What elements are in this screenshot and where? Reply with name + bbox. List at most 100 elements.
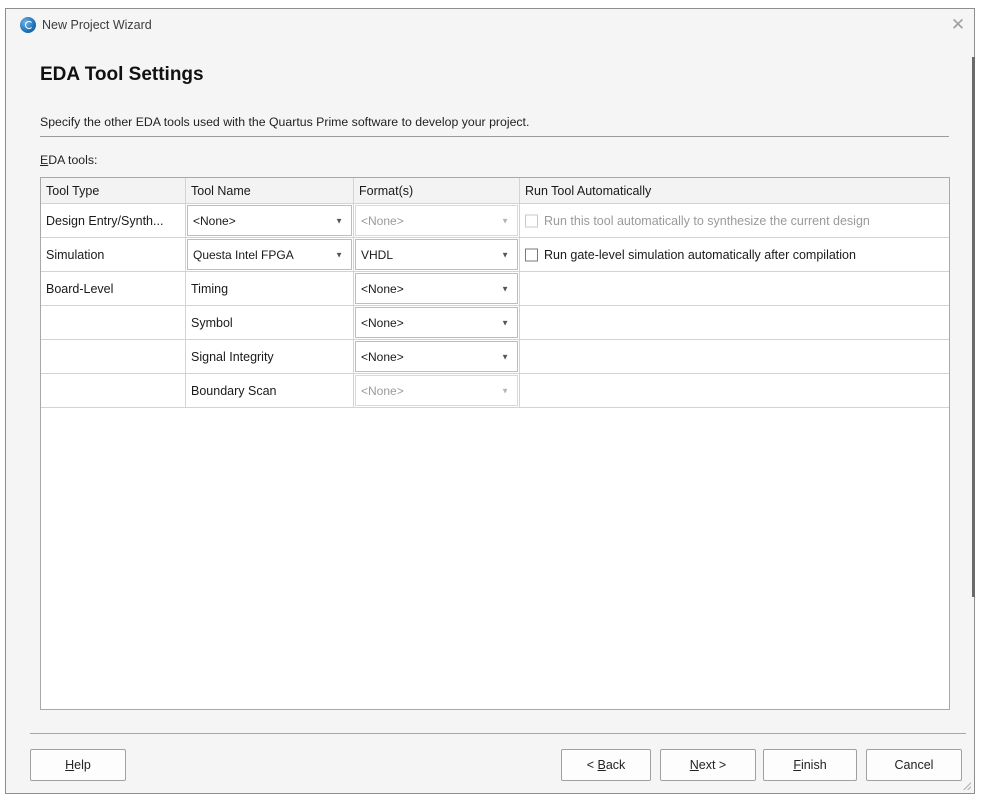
dropdown-arrow-icon[interactable]: ▼ (501, 250, 509, 259)
run-tool-cell (520, 340, 949, 374)
back-button[interactable]: < Back (561, 749, 651, 781)
tool-name-cell: Symbol (186, 306, 354, 340)
eda-tools-label-rest: DA tools: (48, 153, 98, 167)
format-cell[interactable]: <None> ▼ (354, 340, 520, 374)
tool-name-cell: Boundary Scan (186, 374, 354, 408)
tool-type-text: Board-Level (46, 281, 114, 296)
back-prefix: < (586, 758, 598, 772)
format-dropdown-value: <None> (361, 349, 404, 364)
tool-name-text: Boundary Scan (191, 383, 277, 398)
resize-grip-icon[interactable] (963, 782, 971, 790)
page-description: Specify the other EDA tools used with th… (40, 115, 530, 129)
back-label-rest: ack (605, 758, 626, 772)
divider (40, 136, 949, 137)
close-icon[interactable]: ✕ (944, 11, 972, 39)
run-tool-cell (520, 374, 949, 408)
tool-type-cell (41, 306, 186, 340)
format-cell: <None> ▼ (354, 204, 520, 238)
format-dropdown-value: <None> (361, 281, 404, 296)
table-row: Design Entry/Synth... <None> ▼ <None> ▼ Run t… (41, 204, 949, 238)
dropdown-arrow-icon[interactable]: ▼ (335, 216, 343, 225)
tool-type-cell (41, 374, 186, 408)
divider (30, 733, 966, 734)
tool-type-cell: Board-Level (41, 272, 186, 306)
finish-button[interactable]: Finish (763, 749, 857, 781)
page-heading: EDA Tool Settings (40, 64, 204, 85)
header-cell[interactable]: Tool Type (41, 178, 186, 204)
run-tool-cell: Run this tool automatically to synthesiz… (520, 204, 949, 238)
tool-name-dropdown-value: <None> (193, 213, 236, 228)
eda-tools-table[interactable]: Tool Type Tool Name Format(s) Run Tool Auto… (40, 177, 950, 710)
table-row: Board-Level Timing <None> ▼ (41, 272, 949, 306)
table-row: Signal Integrity <None> ▼ (41, 340, 949, 374)
format-dropdown: <None> ▼ (355, 375, 518, 406)
eda-tools-label: EDA tools: (40, 153, 97, 167)
finish-label-rest: inish (800, 758, 827, 772)
col-header-tool-type: Tool Type (46, 183, 100, 198)
run-tool-cell: Run gate-level simulation automatically … (520, 238, 949, 272)
format-cell[interactable]: <None> ▼ (354, 306, 520, 340)
run-automatically-label: Run this tool automatically to synthesiz… (544, 213, 870, 228)
table-header-row: Tool Type Tool Name Format(s) Run Tool Auto… (41, 178, 949, 204)
dropdown-arrow-icon: ▼ (501, 386, 509, 395)
tool-type-cell (41, 340, 186, 374)
format-dropdown[interactable]: <None> ▼ (355, 341, 518, 372)
format-cell[interactable]: VHDL ▼ (354, 238, 520, 272)
tool-type-text: Design Entry/Synth... (46, 213, 164, 228)
header-cell[interactable]: Tool Name (186, 178, 354, 204)
tool-name-cell[interactable]: Questa Intel FPGA ▼ (186, 238, 354, 272)
format-dropdown-value: <None> (361, 383, 404, 398)
tool-type-cell: Simulation (41, 238, 186, 272)
scrollbar[interactable] (972, 57, 975, 597)
col-header-run-tool: Run Tool Automatically (525, 183, 652, 198)
table-row: Symbol <None> ▼ (41, 306, 949, 340)
tool-name-text: Symbol (191, 315, 233, 330)
header-cell[interactable]: Format(s) (354, 178, 520, 204)
help-mnemonic: H (65, 758, 75, 772)
run-automatically-checkbox (525, 214, 538, 227)
dropdown-arrow-icon[interactable]: ▼ (501, 284, 509, 293)
tool-type-cell: Design Entry/Synth... (41, 204, 186, 238)
col-header-tool-name: Tool Name (191, 183, 251, 198)
table-row: Boundary Scan <None> ▼ (41, 374, 949, 408)
tool-name-cell: Timing (186, 272, 354, 306)
tool-name-dropdown[interactable]: <None> ▼ (187, 205, 352, 236)
format-dropdown-value: <None> (361, 315, 404, 330)
dropdown-arrow-icon: ▼ (501, 216, 509, 225)
header-cell[interactable]: Run Tool Automatically (520, 178, 949, 204)
format-dropdown-value: VHDL (361, 247, 394, 262)
dropdown-arrow-icon[interactable]: ▼ (501, 352, 509, 361)
tool-name-dropdown-value: Questa Intel FPGA (193, 247, 294, 262)
run-tool-cell (520, 306, 949, 340)
tool-name-dropdown[interactable]: Questa Intel FPGA ▼ (187, 239, 352, 270)
run-automatically-checkbox[interactable] (525, 248, 538, 261)
next-mnemonic: N (689, 758, 699, 772)
run-tool-cell (520, 272, 949, 306)
cancel-button[interactable]: Cancel (866, 749, 962, 781)
col-header-formats: Format(s) (359, 183, 414, 198)
back-mnemonic: B (597, 758, 606, 772)
table-row: Simulation Questa Intel FPGA ▼ VHDL ▼ Run gat… (41, 238, 949, 272)
wizard-window: New Project Wizard ✕ EDA Tool Settings S… (5, 8, 975, 794)
tool-name-cell[interactable]: <None> ▼ (186, 204, 354, 238)
help-label-rest: elp (74, 758, 91, 772)
help-button[interactable]: Help (30, 749, 126, 781)
dropdown-arrow-icon[interactable]: ▼ (335, 250, 343, 259)
finish-mnemonic: F (793, 758, 801, 772)
format-cell: <None> ▼ (354, 374, 520, 408)
next-button[interactable]: Next > (660, 749, 756, 781)
next-label-rest: ext > (698, 758, 727, 772)
dropdown-arrow-icon[interactable]: ▼ (501, 318, 509, 327)
quartus-app-icon (20, 17, 36, 33)
run-automatically-label[interactable]: Run gate-level simulation automatically … (544, 248, 856, 262)
format-dropdown-value: <None> (361, 213, 404, 228)
tool-name-text: Timing (191, 281, 229, 296)
tool-name-text: Signal Integrity (191, 349, 274, 364)
title-bar: New Project Wizard ✕ (6, 9, 974, 41)
window-title: New Project Wizard (42, 18, 152, 32)
format-dropdown: <None> ▼ (355, 205, 518, 236)
format-dropdown[interactable]: <None> ▼ (355, 273, 518, 304)
format-dropdown[interactable]: VHDL ▼ (355, 239, 518, 270)
format-dropdown[interactable]: <None> ▼ (355, 307, 518, 338)
format-cell[interactable]: <None> ▼ (354, 272, 520, 306)
